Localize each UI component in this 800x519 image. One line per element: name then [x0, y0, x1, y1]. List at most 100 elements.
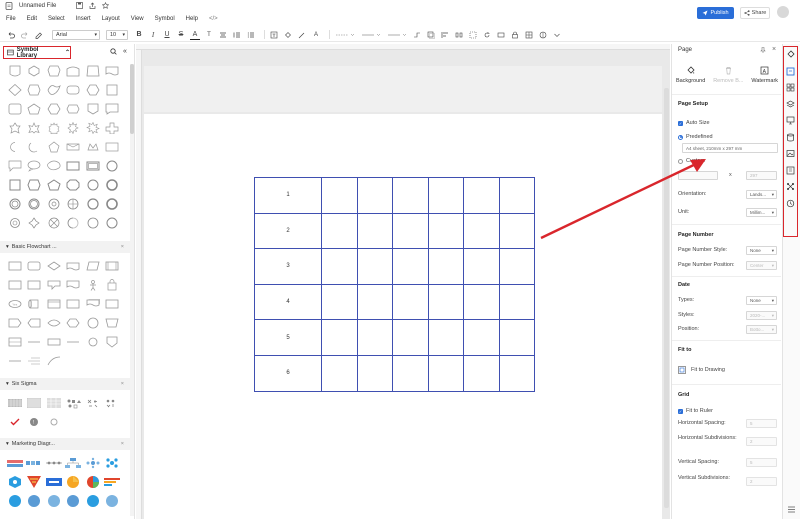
table-cell[interactable]	[463, 354, 500, 392]
rotate-icon[interactable]	[482, 30, 492, 40]
shape-item[interactable]	[44, 278, 64, 292]
paint-bucket-icon[interactable]	[786, 50, 795, 59]
shape-item[interactable]	[83, 475, 103, 489]
table-cell[interactable]	[498, 283, 535, 321]
table-cell[interactable]: 2	[254, 212, 322, 250]
tab-watermark[interactable]: A Watermark	[751, 66, 778, 84]
table-cell[interactable]	[356, 283, 393, 321]
shape-item[interactable]	[25, 259, 45, 273]
shape-item[interactable]	[103, 140, 123, 154]
search-icon[interactable]	[110, 48, 117, 57]
shape-item[interactable]	[25, 83, 45, 97]
orientation-select[interactable]: Lands... ▾	[746, 190, 777, 199]
shape-item[interactable]	[5, 64, 25, 78]
publish-button[interactable]: Publish	[697, 7, 734, 19]
custom-width-input[interactable]: 210	[678, 171, 718, 180]
shape-item[interactable]	[5, 102, 25, 116]
shape-item[interactable]	[103, 278, 123, 292]
pin-icon[interactable]	[760, 47, 766, 55]
library-scrollbar[interactable]	[130, 64, 134, 516]
shape-item[interactable]	[44, 316, 64, 330]
grid-view-icon[interactable]	[786, 83, 795, 92]
shape-item[interactable]	[44, 121, 64, 135]
table-cell[interactable]	[463, 248, 500, 285]
unit-select[interactable]: Millim... ▾	[746, 208, 777, 217]
shape-item[interactable]	[64, 396, 84, 410]
line-weight-icon[interactable]	[360, 30, 382, 40]
line-spacing-icon[interactable]	[232, 30, 242, 40]
shape-item[interactable]	[5, 178, 25, 192]
shadow-icon[interactable]	[426, 30, 436, 40]
shape-item[interactable]	[5, 278, 25, 292]
shape-item[interactable]	[25, 216, 45, 230]
close-icon[interactable]: ×	[121, 381, 124, 387]
table-cell[interactable]: 3	[254, 248, 322, 285]
shape-item[interactable]	[64, 121, 84, 135]
image-icon[interactable]	[786, 149, 795, 158]
shape-item[interactable]	[83, 64, 103, 78]
table-cell[interactable]	[427, 212, 464, 250]
strikethrough-icon[interactable]: S	[176, 30, 186, 40]
shape-item[interactable]	[64, 456, 84, 470]
table-cell[interactable]: 6	[254, 354, 322, 392]
shape-item[interactable]	[44, 140, 64, 154]
table-cell[interactable]	[321, 354, 358, 392]
shape-item[interactable]	[5, 83, 25, 97]
table-cell[interactable]	[356, 354, 393, 392]
line-style-icon[interactable]	[334, 30, 356, 40]
shape-item[interactable]	[103, 178, 123, 192]
table-cell[interactable]	[356, 212, 393, 250]
shape-item[interactable]	[103, 494, 123, 508]
lock-icon[interactable]	[510, 30, 520, 40]
line-color-icon[interactable]	[297, 30, 307, 40]
menu-layout[interactable]: Layout	[102, 16, 120, 22]
close-icon[interactable]: ×	[772, 46, 776, 53]
clock-icon[interactable]	[786, 199, 795, 208]
table-cell[interactable]	[392, 354, 429, 392]
shape-item[interactable]	[103, 396, 123, 410]
menu-symbol[interactable]: Symbol	[155, 16, 175, 22]
shape-item[interactable]	[44, 456, 64, 470]
shape-item[interactable]	[44, 297, 64, 311]
size-icon[interactable]	[496, 30, 506, 40]
table-cell[interactable]	[321, 177, 358, 214]
page-settings-icon[interactable]	[786, 67, 795, 76]
file-title[interactable]: Unnamed File	[19, 3, 56, 9]
auto-size-checkbox[interactable]: ✓ Auto Size	[678, 118, 778, 128]
table-cell[interactable]	[463, 319, 500, 356]
table-cell[interactable]: 5	[254, 319, 322, 356]
shape-item[interactable]	[83, 396, 103, 410]
redo-icon[interactable]	[20, 30, 30, 40]
shape-item[interactable]	[64, 216, 84, 230]
group-icon[interactable]	[468, 30, 478, 40]
shape-item[interactable]	[64, 197, 84, 211]
shape-item[interactable]	[5, 197, 25, 211]
shape-item[interactable]	[64, 475, 84, 489]
font-color-icon[interactable]: A	[190, 30, 200, 40]
table-cell[interactable]	[498, 177, 535, 214]
shape-item[interactable]	[44, 216, 64, 230]
date-types-select[interactable]: None ▾	[746, 296, 777, 305]
shape-item[interactable]	[25, 297, 45, 311]
shape-item[interactable]	[103, 159, 123, 173]
canvas-area[interactable]: 123456	[136, 44, 670, 519]
table-cell[interactable]	[498, 248, 535, 285]
shape-item[interactable]	[5, 494, 25, 508]
shape-item[interactable]	[25, 121, 45, 135]
share-button[interactable]: Share	[740, 7, 770, 19]
shape-item[interactable]	[103, 335, 123, 349]
shape-item[interactable]	[64, 494, 84, 508]
table-cell[interactable]	[356, 319, 393, 356]
menu-select[interactable]: Select	[48, 16, 65, 22]
custom-height-input[interactable]: 297	[746, 171, 777, 180]
table-cell[interactable]	[427, 248, 464, 285]
settings-icon[interactable]	[787, 505, 796, 516]
table-cell[interactable]	[463, 212, 500, 250]
shape-item[interactable]	[5, 415, 25, 429]
shape-item[interactable]	[103, 456, 123, 470]
save-icon[interactable]	[76, 2, 83, 9]
shape-item[interactable]	[25, 316, 45, 330]
shape-item[interactable]	[83, 121, 103, 135]
tab-remove-background[interactable]: Remove B...	[713, 66, 743, 84]
shape-item[interactable]	[83, 297, 103, 311]
